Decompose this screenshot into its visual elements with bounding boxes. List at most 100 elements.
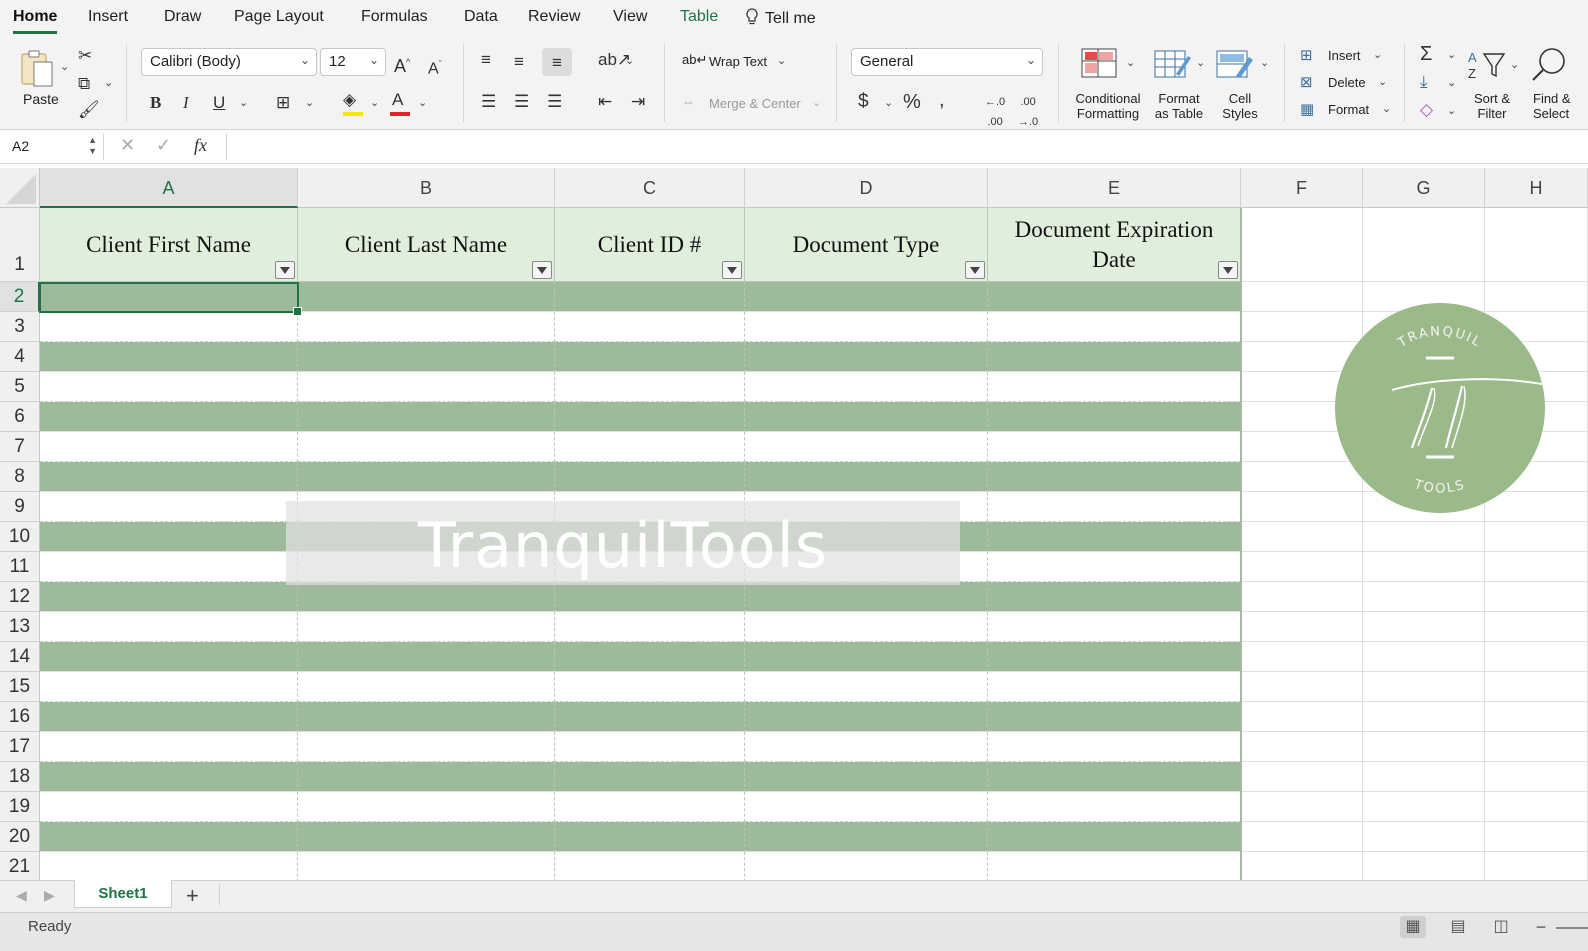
table-cell[interactable] — [555, 702, 745, 732]
grid-cell[interactable] — [1485, 792, 1588, 822]
normal-view-icon[interactable]: ▦ — [1400, 916, 1426, 938]
name-box-stepper-icon[interactable]: ▲ ▼ — [88, 135, 97, 157]
page-break-view-icon[interactable]: ◫ — [1488, 916, 1514, 938]
align-top-icon[interactable]: ≡ — [481, 50, 491, 70]
autosum-dropdown-chevron-icon[interactable]: ⌄ — [1447, 48, 1456, 61]
align-left-icon[interactable]: ☰ — [481, 92, 496, 112]
increase-decimal-icon[interactable]: ←.0.00 — [985, 92, 1005, 132]
tab-view[interactable]: View — [613, 8, 647, 26]
autosum-icon[interactable]: Σ — [1420, 44, 1432, 64]
table-cell[interactable] — [988, 402, 1241, 432]
table-cell[interactable] — [40, 672, 298, 702]
table-cell[interactable] — [988, 462, 1241, 492]
decrease-indent-icon[interactable]: ⇤ — [598, 92, 612, 112]
percent-icon[interactable]: % — [903, 92, 921, 112]
table-cell[interactable] — [40, 612, 298, 642]
table-cell[interactable] — [988, 852, 1241, 880]
row-header-2[interactable]: 2 — [0, 282, 40, 312]
table-cell[interactable] — [40, 852, 298, 880]
grid-cell[interactable] — [1363, 642, 1485, 672]
grid-cell[interactable] — [1241, 208, 1363, 282]
column-header-a[interactable]: A — [40, 168, 298, 208]
table-cell[interactable] — [988, 432, 1241, 462]
comma-style-icon[interactable]: , — [939, 90, 945, 110]
table-header-cell[interactable]: Document Expiration Date — [988, 208, 1241, 282]
format-cells-button[interactable]: ▦ Format ⌄ — [1300, 100, 1392, 122]
grid-cell[interactable] — [1485, 582, 1588, 612]
paste-button[interactable]: Paste — [12, 46, 70, 110]
table-cell[interactable] — [298, 312, 555, 342]
find-select-button[interactable]: Find & Select — [1528, 46, 1588, 122]
tab-review[interactable]: Review — [528, 8, 580, 26]
cut-icon[interactable]: ✂ — [78, 46, 92, 66]
table-cell[interactable] — [40, 312, 298, 342]
font-color-dropdown-chevron-icon[interactable]: ⌄ — [418, 96, 427, 109]
grid-cell[interactable] — [1241, 522, 1363, 552]
table-cell[interactable] — [555, 372, 745, 402]
column-header-f[interactable]: F — [1241, 168, 1363, 208]
table-cell[interactable] — [40, 732, 298, 762]
row-header-16[interactable]: 16 — [0, 702, 40, 732]
format-painter-icon[interactable]: 🖌 — [78, 100, 100, 120]
table-cell[interactable] — [298, 462, 555, 492]
grid-cell[interactable] — [1241, 642, 1363, 672]
italic-icon[interactable]: I — [183, 93, 189, 113]
table-cell[interactable] — [555, 432, 745, 462]
table-cell[interactable] — [40, 372, 298, 402]
grid-cell[interactable] — [1241, 582, 1363, 612]
grid-cell[interactable] — [1363, 702, 1485, 732]
table-cell[interactable] — [298, 342, 555, 372]
sheet-tab-sheet1[interactable]: Sheet1 — [74, 880, 172, 908]
table-header-cell[interactable]: Client Last Name — [298, 208, 555, 282]
grid-cell[interactable] — [1485, 852, 1588, 880]
table-cell[interactable] — [745, 642, 988, 672]
fill-color-dropdown-chevron-icon[interactable]: ⌄ — [370, 96, 379, 109]
table-cell[interactable] — [988, 312, 1241, 342]
table-cell[interactable] — [298, 432, 555, 462]
table-cell[interactable] — [745, 672, 988, 702]
row-header-17[interactable]: 17 — [0, 732, 40, 762]
table-cell[interactable] — [745, 792, 988, 822]
grid-cell[interactable] — [1485, 642, 1588, 672]
table-cell[interactable] — [555, 642, 745, 672]
cell-styles-button[interactable]: ⌄ Cell Styles — [1212, 48, 1270, 122]
grid-cell[interactable] — [1363, 582, 1485, 612]
grid-cell[interactable] — [1241, 552, 1363, 582]
grid-cell[interactable] — [1241, 852, 1363, 880]
row-header-11[interactable]: 11 — [0, 552, 40, 582]
fill-dropdown-chevron-icon[interactable]: ⌄ — [1447, 76, 1456, 89]
table-cell[interactable] — [40, 522, 298, 552]
grid-cell[interactable] — [1241, 822, 1363, 852]
table-cell[interactable] — [298, 672, 555, 702]
table-cell[interactable] — [298, 612, 555, 642]
fill-icon[interactable]: ⤓ — [1420, 72, 1428, 92]
active-cell-indicator[interactable] — [39, 282, 302, 316]
table-cell[interactable] — [988, 282, 1241, 312]
insert-function-icon[interactable]: fx — [194, 135, 207, 156]
tab-insert[interactable]: Insert — [88, 8, 128, 26]
insert-cells-button[interactable]: ⊞ Insert ⌄ — [1300, 46, 1390, 68]
row-header-6[interactable]: 6 — [0, 402, 40, 432]
table-cell[interactable] — [298, 642, 555, 672]
grid-cell[interactable] — [1363, 822, 1485, 852]
table-cell[interactable] — [555, 312, 745, 342]
number-format-select[interactable]: General ⌄ — [851, 48, 1043, 76]
clear-dropdown-chevron-icon[interactable]: ⌄ — [1447, 104, 1456, 117]
table-cell[interactable] — [298, 582, 555, 612]
grid-cell[interactable] — [1485, 552, 1588, 582]
tab-table[interactable]: Table — [680, 8, 718, 26]
table-cell[interactable] — [988, 582, 1241, 612]
paste-dropdown-chevron-icon[interactable]: ⌄ — [60, 60, 69, 73]
table-cell[interactable] — [988, 672, 1241, 702]
table-cell[interactable] — [555, 612, 745, 642]
tab-formulas[interactable]: Formulas — [361, 8, 428, 26]
grid-cell[interactable] — [1485, 522, 1588, 552]
table-cell[interactable] — [745, 852, 988, 880]
table-cell[interactable] — [988, 342, 1241, 372]
table-cell[interactable] — [745, 822, 988, 852]
decrease-font-size-icon[interactable]: Aˇ — [428, 54, 442, 79]
row-header-3[interactable]: 3 — [0, 312, 40, 342]
table-cell[interactable] — [745, 702, 988, 732]
column-header-h[interactable]: H — [1485, 168, 1588, 208]
row-header-15[interactable]: 15 — [0, 672, 40, 702]
